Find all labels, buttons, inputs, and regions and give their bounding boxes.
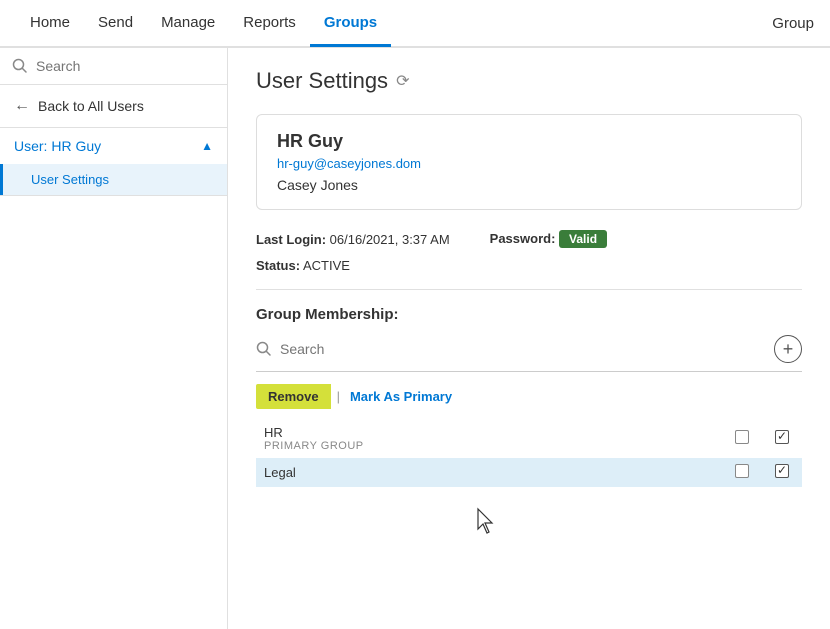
remove-button[interactable]: Remove [256,384,331,409]
group-checkbox-col2[interactable] [762,419,802,458]
action-bar: Remove | Mark As Primary [256,384,802,409]
password-item: Password: Valid [490,230,607,248]
refresh-icon[interactable]: ⟳ [396,71,409,91]
sidebar-item-user-settings[interactable]: User Settings [0,164,227,195]
checkbox-2[interactable] [775,430,789,444]
top-nav: Home Send Manage Reports Groups Group [0,0,830,48]
sidebar-search-container[interactable] [0,48,227,85]
nav-right-label: Group [772,15,814,32]
nav-manage[interactable]: Manage [147,1,229,47]
page-title: User Settings [256,68,388,94]
sidebar: ← Back to All Users User: HR Guy ▲ User … [0,48,228,629]
add-group-button[interactable]: + [774,335,802,363]
back-to-all-users-button[interactable]: ← Back to All Users [0,85,227,128]
cursor-icon [476,507,500,537]
group-checkbox-col1[interactable] [722,458,762,487]
info-row: Last Login: 06/16/2021, 3:37 AM Password… [256,230,802,248]
group-membership-title: Group Membership: [256,306,802,323]
sidebar-search-input[interactable] [36,58,215,74]
status-value: ACTIVE [303,258,350,273]
group-search-row: + [256,335,802,372]
status-row: Status: ACTIVE [256,258,802,273]
nav-groups[interactable]: Groups [310,1,391,47]
sidebar-user-section: User: HR Guy ▲ User Settings [0,128,227,196]
nav-home[interactable]: Home [16,1,84,47]
group-search-icon [256,341,272,357]
checkbox-1[interactable] [735,464,749,478]
divider [256,289,802,290]
password-label: Password: [490,231,556,246]
user-card: HR Guy hr-guy@caseyjones.dom Casey Jones [256,114,802,210]
group-sub-label: PRIMARY GROUP [264,440,714,452]
mark-as-primary-button[interactable]: Mark As Primary [346,384,456,409]
checkbox-1[interactable] [735,430,749,444]
group-table: HR PRIMARY GROUP Legal [256,419,802,487]
page-title-container: User Settings ⟳ [256,68,802,94]
nav-send[interactable]: Send [84,1,147,47]
table-row[interactable]: HR PRIMARY GROUP [256,419,802,458]
user-card-name: HR Guy [277,131,781,152]
group-name: Legal [256,458,722,487]
checkbox-2[interactable] [775,464,789,478]
last-login-label: Last Login: [256,232,326,247]
back-label: Back to All Users [38,98,144,114]
chevron-up-icon: ▲ [201,139,213,153]
last-login-value: 06/16/2021, 3:37 AM [330,232,450,247]
nav-reports[interactable]: Reports [229,1,310,47]
layout: ← Back to All Users User: HR Guy ▲ User … [0,48,830,629]
password-badge: Valid [559,230,607,248]
search-icon [12,58,28,74]
sidebar-user-label: User: HR Guy [14,138,101,154]
sidebar-user-header[interactable]: User: HR Guy ▲ [0,128,227,164]
last-login-item: Last Login: 06/16/2021, 3:37 AM [256,232,450,247]
back-arrow-icon: ← [14,97,30,115]
group-name: HR PRIMARY GROUP [256,419,722,458]
action-divider: | [331,389,346,404]
status-label: Status: [256,258,300,273]
user-card-org: Casey Jones [277,177,781,193]
user-card-email[interactable]: hr-guy@caseyjones.dom [277,156,781,171]
table-row[interactable]: Legal [256,458,802,487]
group-checkbox-col1[interactable] [722,419,762,458]
main-content: User Settings ⟳ HR Guy hr-guy@caseyjones… [228,48,830,629]
group-checkbox-col2[interactable] [762,458,802,487]
group-search-input[interactable] [272,341,774,357]
